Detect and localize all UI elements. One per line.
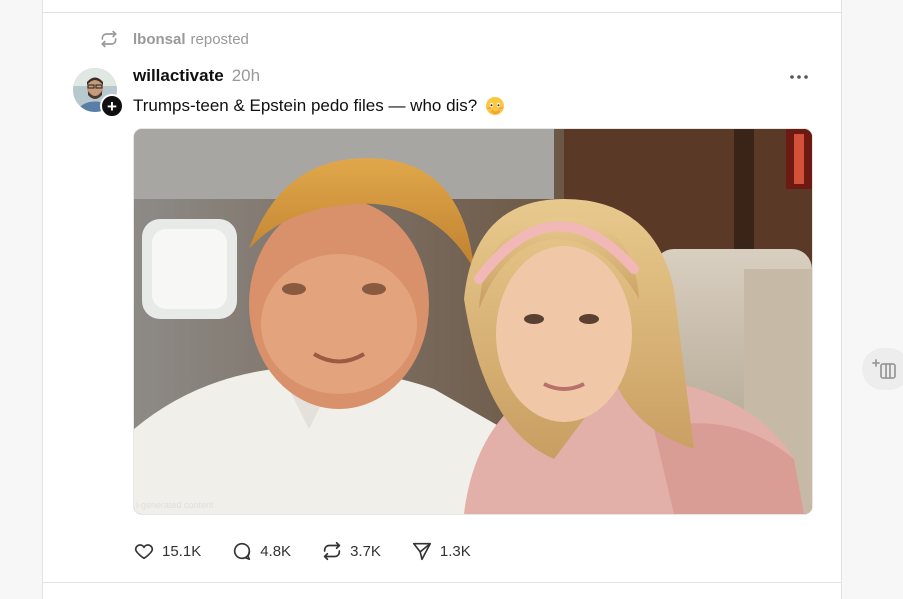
author-name[interactable]: willactivate <box>133 66 224 86</box>
repost-header: lbonsal reposted <box>99 28 249 50</box>
share-button[interactable]: 1.3K <box>411 540 471 562</box>
repost-icon <box>101 30 117 48</box>
author-row: willactivate 20h <box>133 66 260 88</box>
post-time[interactable]: 20h <box>232 66 260 86</box>
repost-label: reposted <box>190 30 249 48</box>
action-bar: 15.1K 4.8K 3.7K 1.3K <box>133 539 501 563</box>
author-avatar-wrap[interactable]: + <box>73 68 124 118</box>
like-button[interactable]: 15.1K <box>133 540 201 562</box>
repost-button[interactable]: 3.7K <box>321 540 381 562</box>
more-options-button[interactable] <box>787 68 811 86</box>
add-column-icon <box>872 359 896 379</box>
bottom-divider <box>43 582 841 583</box>
reposter-name[interactable]: lbonsal <box>133 31 186 48</box>
post-text-content: Trumps-teen & Epstein pedo files — who d… <box>133 96 478 115</box>
like-count: 15.1K <box>162 542 202 560</box>
photo <box>134 129 812 514</box>
heart-icon <box>134 544 154 560</box>
post-image[interactable]: i-generated content <box>133 128 813 515</box>
more-icon <box>790 75 808 79</box>
repost-icon <box>323 541 341 561</box>
share-count: 1.3K <box>439 542 471 560</box>
send-icon <box>412 542 431 561</box>
ai-generated-label: i-generated content <box>136 500 214 510</box>
flushed-hand-over-mouth-emoji <box>486 97 505 115</box>
reply-button[interactable]: 4.8K <box>231 540 291 562</box>
post-text: Trumps-teen & Epstein pedo files — who d… <box>133 96 505 116</box>
reply-count: 4.8K <box>260 542 292 560</box>
comment-icon <box>234 542 251 561</box>
follow-badge[interactable]: + <box>100 94 124 118</box>
add-column-button[interactable] <box>862 348 903 390</box>
top-divider <box>43 12 841 13</box>
feed-card: lbonsal reposted + willactivate 20h Trum… <box>42 0 842 599</box>
repost-count: 3.7K <box>350 542 381 560</box>
